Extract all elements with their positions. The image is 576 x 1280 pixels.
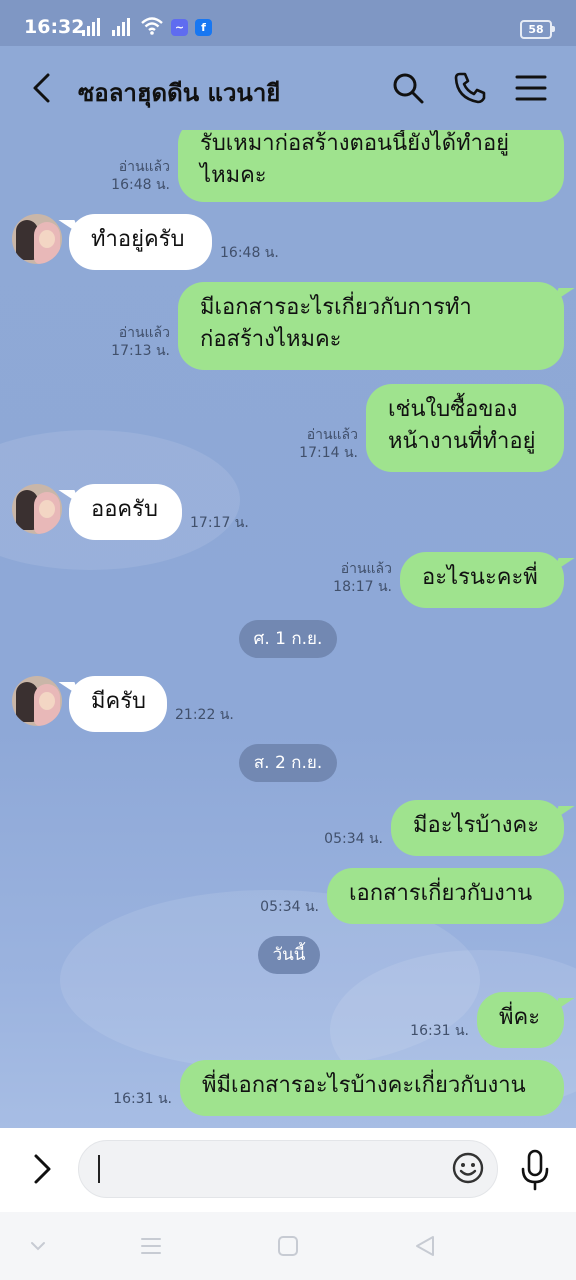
read-receipt: อ่านแล้ว [118, 325, 170, 341]
message-time: 16:48 น. [111, 177, 170, 193]
chat-header: ซอลาฮุดดีน แวนายี [0, 46, 576, 130]
message-text: ไหมคะ [200, 163, 267, 188]
message-bubble-outgoing[interactable]: มีเอกสารอะไรเกี่ยวกับการทำ ก่อสร้างไหมคะ [178, 282, 564, 370]
back-triangle-icon[interactable] [413, 1234, 437, 1258]
message-input[interactable] [78, 1140, 498, 1198]
read-receipt: อ่านแล้ว [306, 427, 358, 443]
facebook-icon: f [195, 19, 212, 36]
message-text: พี่มีเอกสารอะไรบ้างคะเกี่ยวกับงาน [202, 1073, 526, 1098]
message-text: เช่นใบซื้อของ [388, 397, 518, 422]
message-text: รับเหมาก่อสร้างตอนนี้ยังได้ทำอยู่ [200, 131, 510, 156]
message-text: หน้างานที่ทำอยู่ [388, 429, 536, 454]
system-nav-bar [0, 1212, 576, 1280]
date-separator: ส. 2 ก.ย. [239, 744, 337, 782]
text-cursor [98, 1155, 100, 1183]
message-bubble-outgoing[interactable]: รับเหมาก่อสร้างตอนนี้ยังได้ทำอยู่ ไหมคะ [178, 130, 564, 202]
message-time: 16:31 น. [410, 1023, 469, 1039]
message-time: 16:31 น. [113, 1091, 172, 1107]
contact-avatar[interactable] [12, 214, 62, 264]
message-text: มีครับ [91, 689, 146, 714]
battery-icon: 58 [520, 20, 555, 39]
message-bubble-incoming[interactable]: ออครับ [69, 484, 182, 540]
message-bubble-outgoing[interactable]: อะไรนะคะพี่ [400, 552, 564, 608]
message-input-bar [0, 1128, 576, 1212]
phone-icon[interactable] [452, 70, 488, 106]
message-bubble-outgoing[interactable]: มีอะไรบ้างคะ [391, 800, 564, 856]
message-time: 16:48 น. [220, 245, 279, 261]
message-meta: อ่านแล้ว 17:13 น. [111, 324, 170, 360]
message-text: พี่คะ [499, 1005, 541, 1030]
status-time: 16:32 [24, 16, 85, 38]
message-time: 17:13 น. [111, 343, 170, 359]
signal-icon-2 [112, 18, 130, 36]
message-time: 17:14 น. [299, 445, 358, 461]
message-meta: อ่านแล้ว 16:48 น. [111, 158, 170, 194]
message-text: ออครับ [91, 497, 158, 522]
message-bubble-outgoing[interactable]: พี่มีเอกสารอะไรบ้างคะเกี่ยวกับงาน [180, 1060, 564, 1116]
message-bubble-outgoing[interactable]: เอกสารเกี่ยวกับงาน [327, 868, 564, 924]
menu-icon[interactable] [513, 70, 549, 106]
contact-avatar[interactable] [12, 676, 62, 726]
contact-name[interactable]: ซอลาฮุดดีน แวนายี [78, 73, 280, 112]
message-bubble-outgoing[interactable]: เช่นใบซื้อของ หน้างานที่ทำอยู่ [366, 384, 564, 472]
message-bubble-outgoing[interactable]: พี่คะ [477, 992, 564, 1048]
chat-area[interactable]: รับเหมาก่อสร้างตอนนี้ยังได้ทำอยู่ ไหมคะ … [0, 130, 576, 1128]
microphone-icon[interactable] [518, 1148, 552, 1192]
message-bubble-incoming[interactable]: มีครับ [69, 676, 167, 732]
wifi-icon [141, 17, 163, 35]
message-time: 18:17 น. [333, 579, 392, 595]
chevron-right-icon[interactable] [30, 1152, 56, 1186]
date-separator: ศ. 1 ก.ย. [239, 620, 337, 658]
message-text: อะไรนะคะพี่ [422, 565, 538, 590]
search-icon[interactable] [390, 70, 426, 106]
contact-avatar[interactable] [12, 484, 62, 534]
chevron-down-icon[interactable] [26, 1234, 50, 1258]
home-icon[interactable] [276, 1234, 300, 1258]
read-receipt: อ่านแล้ว [340, 561, 392, 577]
message-text: ก่อสร้างไหมคะ [200, 327, 342, 352]
message-text: เอกสารเกี่ยวกับงาน [349, 881, 533, 906]
message-meta: อ่านแล้ว 17:14 น. [299, 426, 358, 462]
message-text: มีเอกสารอะไรเกี่ยวกับการทำ [200, 295, 472, 320]
message-text: มีอะไรบ้างคะ [413, 813, 540, 838]
message-time: 21:22 น. [175, 707, 234, 723]
message-meta: อ่านแล้ว 18:17 น. [333, 560, 392, 596]
status-bar: 16:32 ~ f 58 [0, 0, 576, 46]
signal-icon [82, 18, 100, 36]
messenger-icon: ~ [171, 19, 188, 36]
message-time: 17:17 น. [190, 515, 249, 531]
date-separator: วันนี้ [258, 936, 320, 974]
message-time: 05:34 น. [324, 831, 383, 847]
message-text: ทำอยู่ครับ [91, 227, 185, 252]
message-time: 05:34 น. [260, 899, 319, 915]
read-receipt: อ่านแล้ว [118, 159, 170, 175]
message-bubble-incoming[interactable]: ทำอยู่ครับ [69, 214, 212, 270]
back-arrow-icon[interactable] [28, 72, 56, 104]
recents-menu-icon[interactable] [139, 1234, 163, 1258]
emoji-icon[interactable] [452, 1152, 484, 1184]
